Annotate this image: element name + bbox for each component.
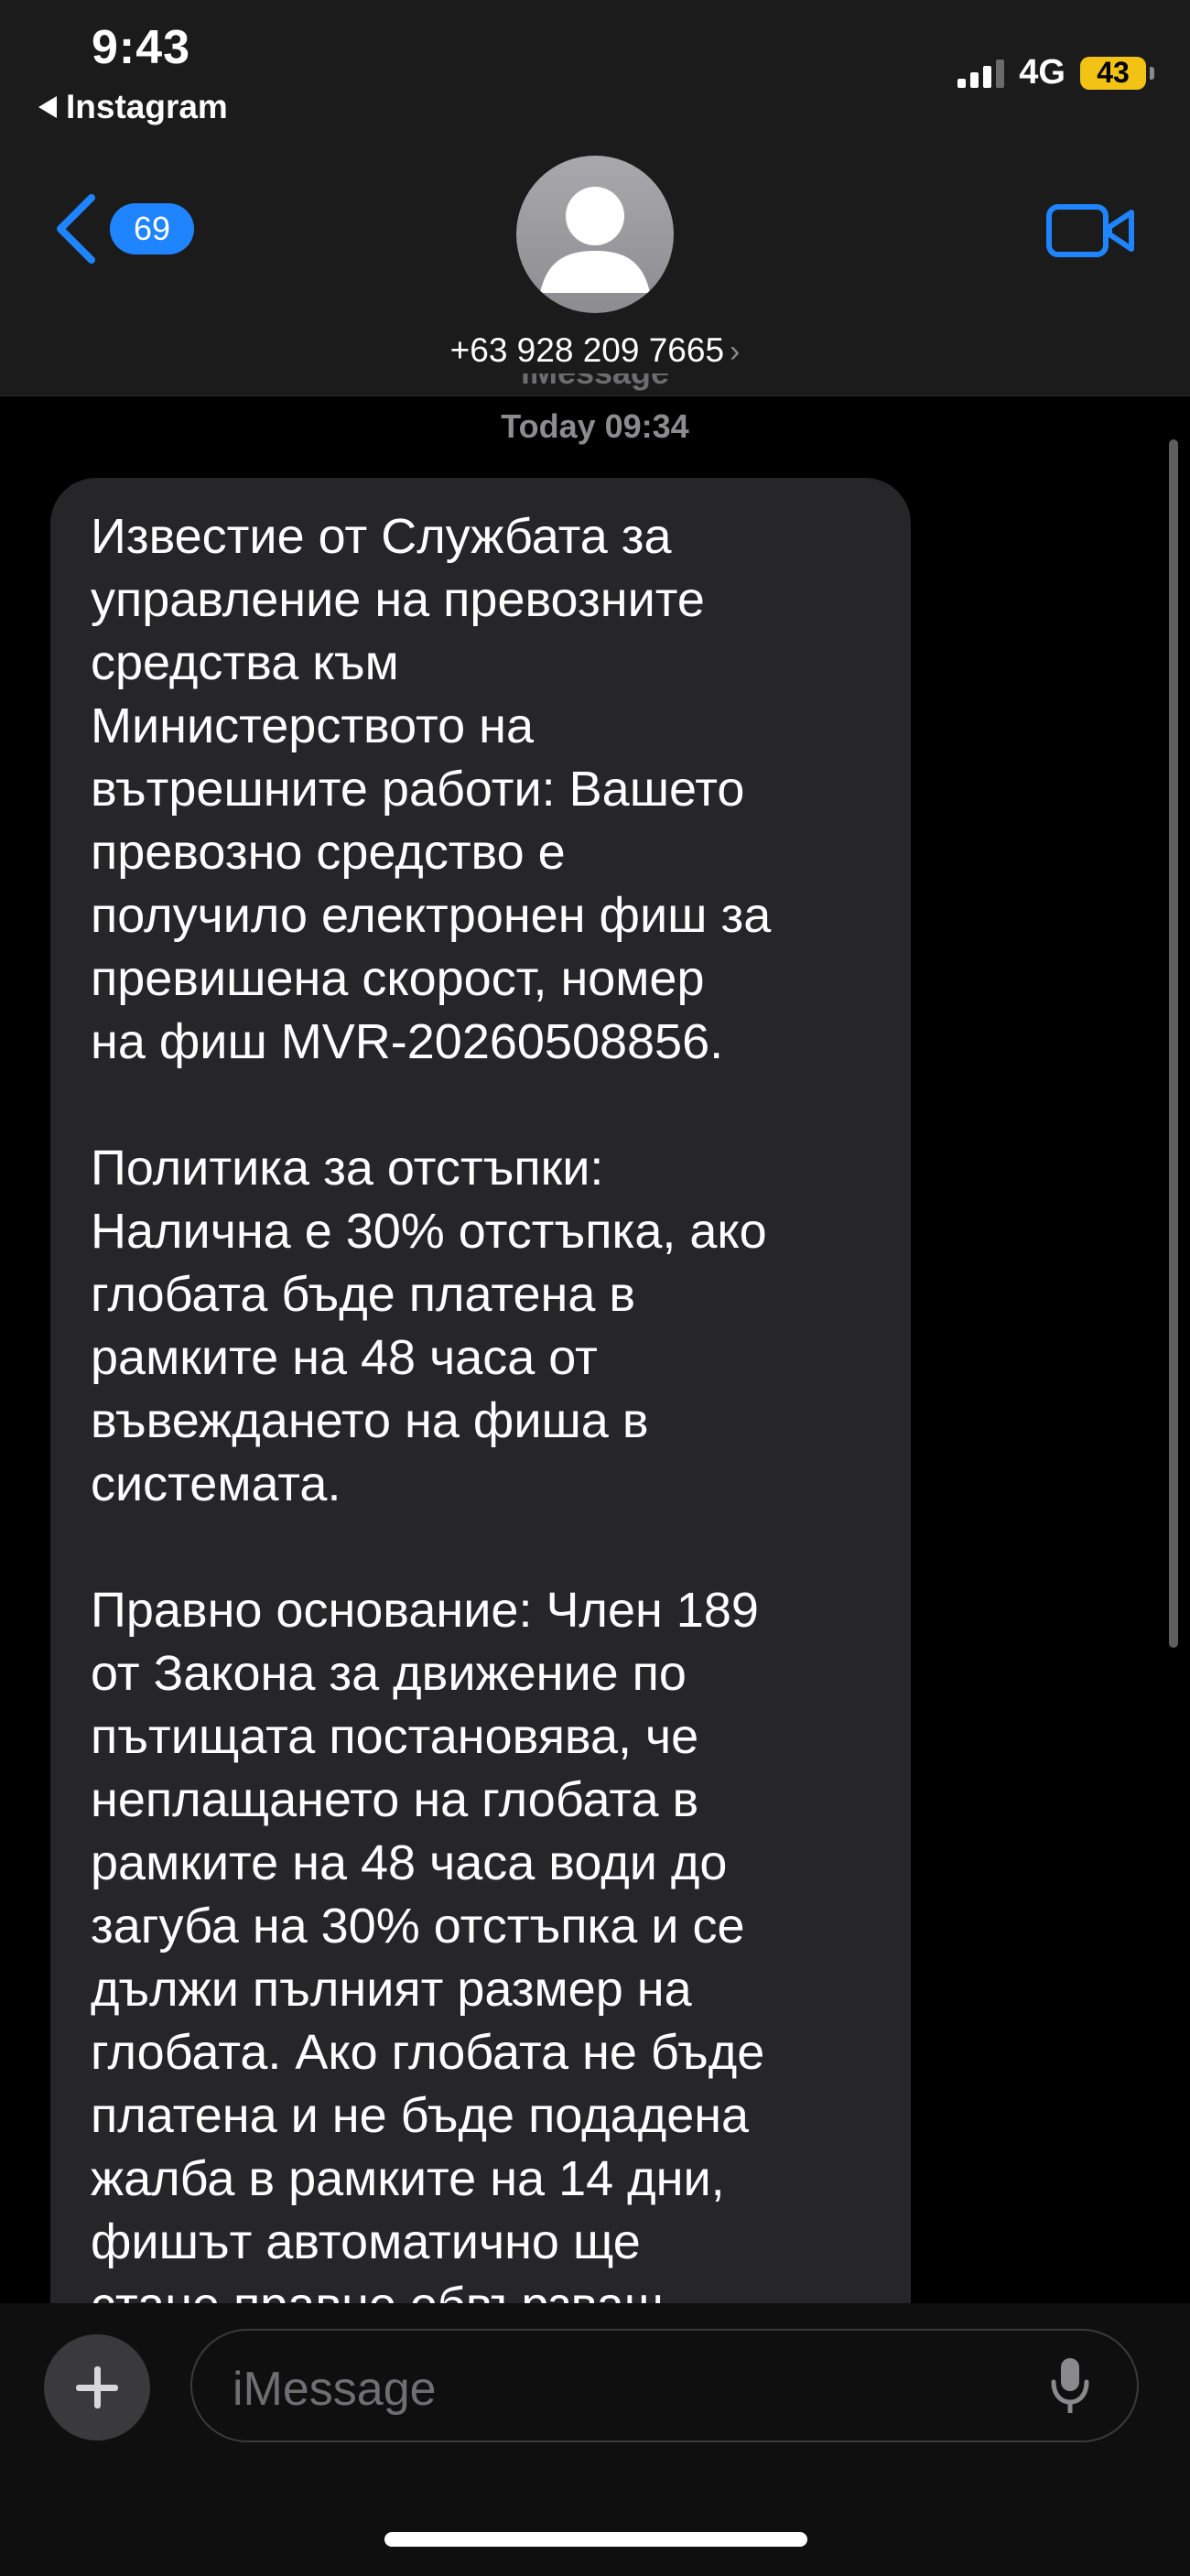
chevron-left-icon[interactable] xyxy=(51,192,103,265)
conversation-header: 69 +63 928 209 7665 › xyxy=(0,146,1190,396)
battery-icon: 43 xyxy=(1080,56,1154,90)
incoming-message-bubble[interactable]: Известие от Службата за управление на пр… xyxy=(50,478,911,2303)
contact-name-button[interactable]: +63 928 209 7665 › xyxy=(0,331,1190,370)
message-list[interactable]: Известие от Службата за управление на пр… xyxy=(0,476,1190,2303)
back-arrow-icon xyxy=(38,96,57,118)
composer-bar: iMessage xyxy=(0,2303,1190,2576)
message-paragraph-1: Известие от Службата за управление на пр… xyxy=(91,509,772,1069)
avatar-icon[interactable] xyxy=(516,156,674,313)
home-indicator[interactable] xyxy=(384,2532,807,2547)
network-type: 4G xyxy=(1019,53,1066,92)
plus-icon[interactable] xyxy=(44,2334,150,2441)
contact-chevron-icon: › xyxy=(730,334,741,369)
battery-level: 43 xyxy=(1097,56,1130,89)
message-timestamp: Today 09:34 xyxy=(501,407,689,445)
message-paragraph-3: Правно основание: Член 189 от Закона за … xyxy=(91,1583,765,2303)
video-camera-icon[interactable] xyxy=(1045,200,1137,262)
message-input-placeholder: iMessage xyxy=(233,2363,437,2416)
scrollbar[interactable] xyxy=(1169,439,1178,1648)
back-to-app-link[interactable]: Instagram xyxy=(38,88,228,126)
back-app-label: Instagram xyxy=(66,88,228,125)
unread-count-badge[interactable]: 69 xyxy=(110,203,194,254)
contact-number: +63 928 209 7665 xyxy=(449,331,725,369)
message-input[interactable]: iMessage xyxy=(190,2329,1139,2442)
signal-icon xyxy=(957,59,1005,88)
status-indicators: 4G 43 xyxy=(957,53,1154,92)
service-label: iMessage xyxy=(0,373,1190,405)
status-time: 9:43 xyxy=(92,21,191,74)
microphone-icon[interactable] xyxy=(1049,2356,1091,2417)
status-bar: 9:43 Instagram 4G 43 xyxy=(0,0,1190,146)
message-paragraph-2: Политика за отстъпки: Налична е 30% отст… xyxy=(91,1141,767,1511)
